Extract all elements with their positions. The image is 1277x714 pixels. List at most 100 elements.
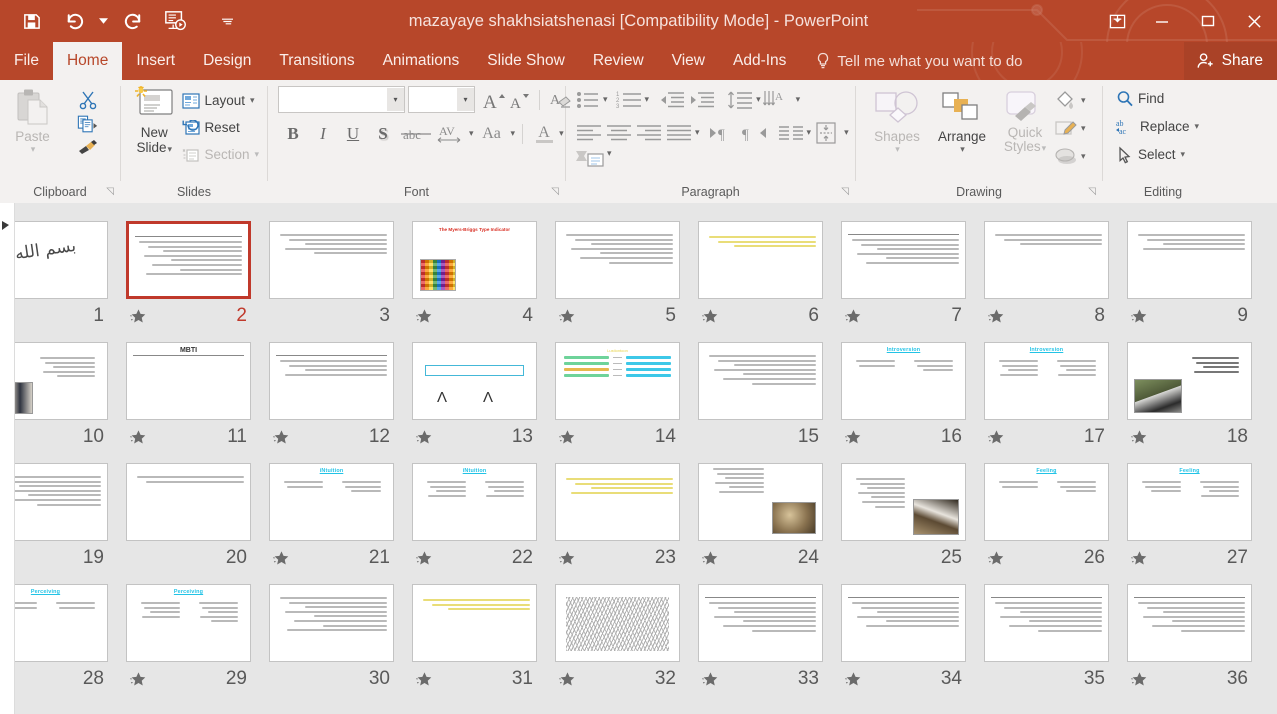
replace-caret-icon[interactable]: ▾ — [1195, 121, 1200, 132]
slide-thumbnail[interactable]: 23 — [555, 463, 680, 575]
change-case-button[interactable]: Aa — [474, 121, 510, 147]
slide-thumbnail[interactable]: Perceiving 28 — [15, 584, 108, 696]
slide-thumbnail-frame[interactable]: iNtuition — [412, 463, 537, 541]
new-slide-caret-icon[interactable]: ▾ — [167, 144, 172, 154]
slide-thumbnail-frame[interactable] — [126, 221, 251, 299]
section-caret-icon[interactable]: ▾ — [254, 149, 259, 160]
tab-insert[interactable]: Insert — [122, 42, 189, 80]
slide-thumbnail-frame[interactable] — [984, 584, 1109, 662]
section-button[interactable]: Section ▾ — [179, 142, 262, 167]
slide-thumbnail[interactable]: 8 — [984, 221, 1109, 333]
slide-thumbnail[interactable]: 2 — [126, 221, 251, 333]
slide-thumbnail[interactable]: Introversion 17 — [984, 342, 1109, 454]
slide-thumbnail[interactable]: Feeling 27 — [1127, 463, 1252, 575]
minimize-icon[interactable] — [1139, 0, 1185, 42]
slide-thumbnail-frame[interactable] — [1127, 584, 1252, 662]
slide-thumbnail-frame[interactable]: Introversion — [841, 342, 966, 420]
shapes-caret-icon[interactable]: ▾ — [895, 144, 900, 155]
slide-thumbnail[interactable]: MBTI 11 — [126, 342, 251, 454]
tab-design[interactable]: Design — [189, 42, 265, 80]
slide-thumbnail[interactable]: Introversion 16 — [841, 342, 966, 454]
text-shadow-button[interactable]: S — [368, 121, 398, 147]
animation-star-icon[interactable] — [845, 429, 862, 446]
slide-thumbnail-frame[interactable] — [555, 221, 680, 299]
slide-thumbnail[interactable]: iNtuition 21 — [269, 463, 394, 575]
font-size-input[interactable]: ▾ — [408, 86, 475, 113]
slide-thumbnail[interactable]: 15 — [698, 342, 823, 454]
collapse-panel-icon[interactable] — [1, 219, 13, 231]
italic-button[interactable]: I — [308, 121, 338, 147]
align-left-button[interactable] — [574, 120, 604, 146]
animation-star-icon[interactable] — [702, 308, 719, 325]
format-painter-icon[interactable] — [77, 138, 99, 156]
slide-thumbnail-frame[interactable]: Lustiontoon — [555, 342, 680, 420]
animation-star-icon[interactable] — [416, 429, 433, 446]
animation-star-icon[interactable] — [416, 550, 433, 567]
slide-thumbnail-frame[interactable]: ΛΛ — [412, 342, 537, 420]
slide-thumbnail[interactable]: Perceiving 29 — [126, 584, 251, 696]
slide-thumbnail-frame[interactable] — [698, 342, 823, 420]
line-spacing-button[interactable] — [725, 87, 755, 113]
reset-button[interactable]: Reset — [179, 115, 262, 140]
new-slide-icon[interactable] — [132, 86, 176, 124]
replace-button[interactable]: ab ac Replace ▾ — [1113, 114, 1202, 139]
font-color-caret-icon[interactable]: ▾ — [559, 128, 564, 139]
slide-thumbnail[interactable]: Λ Λ 13 — [412, 342, 537, 454]
slide-thumbnail-frame[interactable] — [269, 342, 394, 420]
customize-quick-access-toolbar-icon[interactable] — [218, 1, 236, 41]
slide-thumbnail[interactable]: 9 — [1127, 221, 1252, 333]
increase-indent-button[interactable] — [687, 87, 717, 113]
shape-outline-caret-icon[interactable]: ▾ — [1081, 123, 1086, 134]
bold-button[interactable]: B — [278, 121, 308, 147]
animation-star-icon[interactable] — [702, 550, 719, 567]
decrease-indent-button[interactable] — [657, 87, 687, 113]
animation-star-icon[interactable] — [845, 671, 862, 688]
slide-thumbnail-frame[interactable]: Feeling — [984, 463, 1109, 541]
select-button[interactable]: Select ▾ — [1113, 142, 1188, 167]
bullets-caret-icon[interactable]: ▾ — [603, 94, 608, 105]
slide-thumbnail-frame[interactable] — [1127, 221, 1252, 299]
shape-effects-icon[interactable] — [1054, 145, 1078, 167]
shapes-button[interactable]: Shapes ▾ — [866, 86, 928, 155]
columns-button[interactable] — [776, 120, 806, 146]
slide-thumbnail[interactable]: 5 — [555, 221, 680, 333]
convert-to-smartart-button[interactable] — [574, 148, 606, 172]
font-name-input[interactable]: ▾ — [278, 86, 405, 113]
redo-icon[interactable] — [112, 1, 154, 41]
tab-file[interactable]: File — [0, 42, 53, 80]
slide-thumbnail[interactable]: 6 — [698, 221, 823, 333]
tab-add-ins[interactable]: Add-Ins — [719, 42, 800, 80]
animation-star-icon[interactable] — [1131, 671, 1148, 688]
slide-thumbnail-frame[interactable] — [269, 221, 394, 299]
restore-icon[interactable] — [1185, 0, 1231, 42]
animation-star-icon[interactable] — [1131, 550, 1148, 567]
slide-thumbnail-frame[interactable]: بسم الله — [15, 221, 108, 299]
slide-sorter-pane[interactable]: 98 7 6 5 The Myers-Briggs Type Indicator 4 3 … — [15, 203, 1277, 714]
justify-caret-icon[interactable]: ▾ — [695, 127, 700, 138]
slide-thumbnail[interactable]: iNtuition 22 — [412, 463, 537, 575]
slide-thumbnail[interactable]: 20 — [126, 463, 251, 575]
slide-thumbnail[interactable]: 30 — [269, 584, 394, 696]
copy-icon[interactable] — [77, 114, 99, 134]
animation-star-icon[interactable] — [559, 671, 576, 688]
align-text-button[interactable] — [811, 120, 843, 146]
shape-fill-caret-icon[interactable]: ▾ — [1081, 95, 1086, 106]
right-to-left-button[interactable]: ¶ — [738, 120, 770, 146]
text-direction-caret-icon[interactable]: ▾ — [796, 94, 801, 105]
save-icon[interactable] — [10, 1, 52, 41]
share-button[interactable]: Share — [1183, 42, 1277, 80]
slide-thumbnail[interactable]: 33 — [698, 584, 823, 696]
tab-animations[interactable]: Animations — [369, 42, 474, 80]
align-text-caret-icon[interactable]: ▾ — [844, 127, 849, 138]
clipboard-dialog-launcher-icon[interactable]: ◹ — [106, 183, 114, 201]
justify-button[interactable] — [664, 120, 694, 146]
slide-thumbnail-frame[interactable] — [698, 584, 823, 662]
shape-fill-icon[interactable] — [1054, 89, 1078, 111]
start-from-beginning-icon[interactable] — [154, 1, 196, 41]
slide-thumbnail[interactable]: 32 — [555, 584, 680, 696]
animation-star-icon[interactable] — [1131, 429, 1148, 446]
animation-star-icon[interactable] — [988, 429, 1005, 446]
paste-dropdown-caret-icon[interactable]: ▾ — [31, 144, 36, 155]
animation-star-icon[interactable] — [273, 429, 290, 446]
increase-font-size-icon[interactable]: A — [482, 89, 506, 111]
